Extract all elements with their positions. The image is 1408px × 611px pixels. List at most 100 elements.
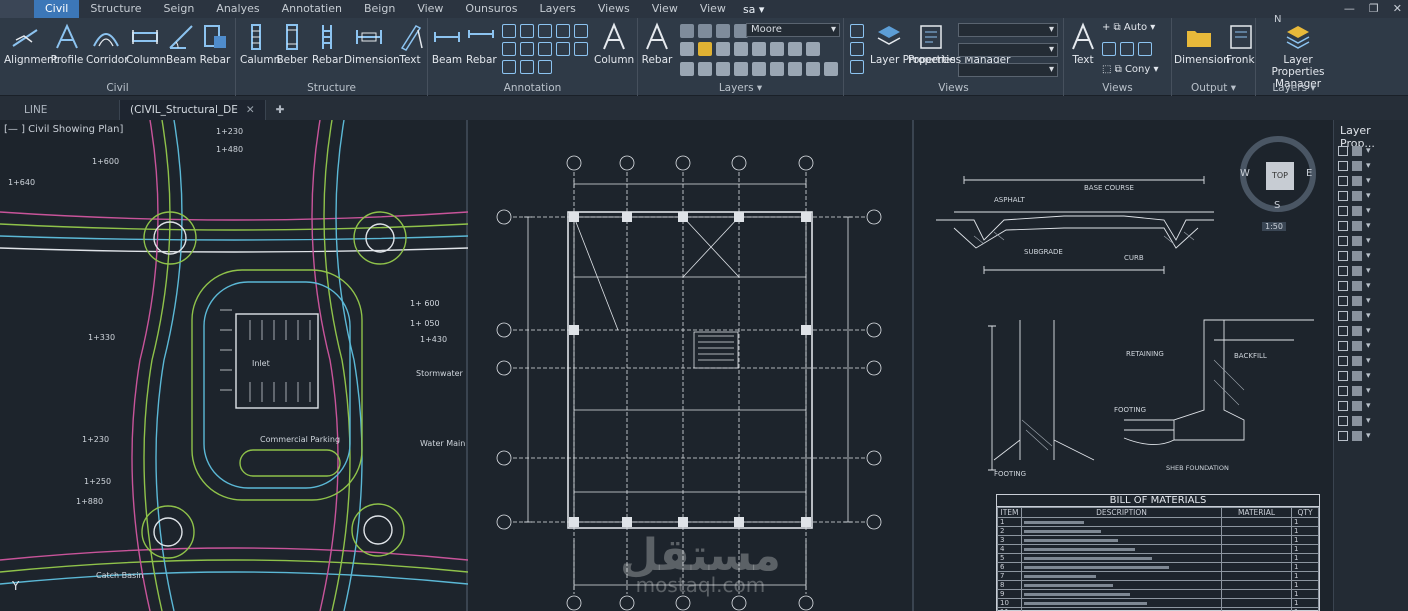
- view-dropdown-3[interactable]: ▾: [958, 63, 1058, 77]
- chevron-down-icon[interactable]: ▾: [1366, 191, 1371, 201]
- layer-color-swatch[interactable]: [1352, 326, 1362, 336]
- chevron-down-icon[interactable]: ▾: [1366, 176, 1371, 186]
- close-tab-icon[interactable]: ✕: [246, 104, 255, 116]
- annotation-rebar-tool[interactable]: Rebar: [466, 22, 497, 66]
- layer-more-icon[interactable]: [824, 62, 838, 76]
- text-icon-small[interactable]: [850, 42, 864, 56]
- chevron-down-icon[interactable]: ▾: [1366, 281, 1371, 291]
- viewport-label[interactable]: [— ] Civil Showing Plan]: [4, 124, 123, 135]
- layer-visibility-icon[interactable]: [1338, 281, 1348, 291]
- layer-row[interactable]: ▾: [1338, 399, 1404, 413]
- chevron-down-icon[interactable]: ▾: [1366, 341, 1371, 351]
- dim-diameter-icon[interactable]: [520, 42, 534, 56]
- chevron-down-icon[interactable]: ▾: [1366, 146, 1371, 156]
- dim-linear-icon[interactable]: [556, 24, 570, 38]
- new-tab-button[interactable]: ✚: [266, 100, 295, 120]
- menu-beign[interactable]: Beign: [353, 0, 406, 18]
- layer-visibility-icon[interactable]: [1338, 266, 1348, 276]
- annotation-beam-tool[interactable]: Beam: [430, 22, 464, 66]
- layer-visibility-icon[interactable]: [1338, 296, 1348, 306]
- chevron-down-icon[interactable]: ▾: [1366, 266, 1371, 276]
- dim-radius-icon[interactable]: [502, 42, 516, 56]
- chevron-down-icon[interactable]: ▾: [1366, 236, 1371, 246]
- compass-east[interactable]: E: [1306, 168, 1312, 179]
- layer-color-swatch[interactable]: [1352, 266, 1362, 276]
- field-small-icon[interactable]: [850, 60, 864, 74]
- restore-button[interactable]: ❐: [1369, 0, 1379, 18]
- layer-row[interactable]: ▾: [1338, 369, 1404, 383]
- layer-copy-icon[interactable]: [770, 42, 784, 56]
- layer-row[interactable]: ▾: [1338, 339, 1404, 353]
- layer-color-swatch[interactable]: [1352, 191, 1362, 201]
- chevron-down-icon[interactable]: ▾: [1366, 431, 1371, 441]
- layer-group-icon[interactable]: [788, 62, 802, 76]
- corridor-tool[interactable]: Corridor: [86, 22, 129, 66]
- layer-color-swatch[interactable]: [1352, 161, 1362, 171]
- layer-color-swatch[interactable]: [1352, 146, 1362, 156]
- menu-seign[interactable]: Seign: [153, 0, 206, 18]
- chevron-down-icon[interactable]: ▾: [1366, 311, 1371, 321]
- copy-button[interactable]: ⬚ ⧉ Cony ▾: [1102, 64, 1159, 75]
- layer-filter-icon[interactable]: [770, 62, 784, 76]
- viewport-icon[interactable]: [1102, 42, 1116, 56]
- layer-row[interactable]: ▾: [1338, 324, 1404, 338]
- layer-color-swatch[interactable]: [1352, 371, 1362, 381]
- layer-color-swatch[interactable]: [1352, 311, 1362, 321]
- layer-on-icon[interactable]: [680, 62, 694, 76]
- compass-south[interactable]: S: [1274, 200, 1280, 211]
- chevron-down-icon[interactable]: ▾: [1366, 356, 1371, 366]
- layer-match-icon[interactable]: [680, 42, 694, 56]
- chevron-down-icon[interactable]: ▾: [1366, 251, 1371, 261]
- chevron-down-icon[interactable]: ▾: [1366, 206, 1371, 216]
- layer-row[interactable]: ▾: [1338, 384, 1404, 398]
- chevron-down-icon[interactable]: ▾: [1366, 161, 1371, 171]
- auto-button[interactable]: + ⧉ Auto ▾: [1102, 22, 1155, 33]
- fronk-tool[interactable]: Fronk: [1226, 22, 1255, 66]
- layer-properties-palette[interactable]: Layer Prop... ▾ ▾ ▾ ▾ ▾ ▾ ▾ ▾ ▾ ▾ ▾ ▾ ▾ ▾ ▾ ▾ ▾ ▾ ▾ ▾: [1333, 120, 1408, 611]
- layer-color-swatch[interactable]: [1352, 296, 1362, 306]
- layer-row[interactable]: ▾: [1338, 264, 1404, 278]
- profile-tool[interactable]: Profile: [50, 22, 84, 66]
- chevron-down-icon[interactable]: ▾: [1366, 371, 1371, 381]
- field-icon[interactable]: [520, 60, 534, 74]
- layer-delete-icon[interactable]: [752, 42, 766, 56]
- named-view-icon[interactable]: [1120, 42, 1134, 56]
- centermark-icon[interactable]: [556, 42, 570, 56]
- menu-view-3[interactable]: View: [689, 0, 737, 18]
- layer-color-swatch[interactable]: [1352, 206, 1362, 216]
- dimension-tool[interactable]: Dimension: [344, 22, 400, 66]
- layer-row[interactable]: ▾: [1338, 429, 1404, 443]
- layer-row[interactable]: ▾: [1338, 234, 1404, 248]
- layer-properties-manager-tool[interactable]: Layer Properties Manager: [1260, 22, 1336, 90]
- rebar-tool[interactable]: Rebar: [198, 22, 232, 66]
- tab-civil-structural[interactable]: (CIVIL_Structural_DE ✕: [120, 100, 266, 120]
- menu-views[interactable]: Views: [587, 0, 641, 18]
- bill-of-materials-table[interactable]: BILL OF MATERIALS ITEM DESCRIPTION MATER…: [996, 494, 1320, 611]
- menu-analyes[interactable]: Analyes: [205, 0, 270, 18]
- layer-row[interactable]: ▾: [1338, 144, 1404, 158]
- layer-visibility-icon[interactable]: [1338, 386, 1348, 396]
- alignment-tool[interactable]: Alignment: [4, 22, 58, 66]
- layers-rebar-tool[interactable]: Rebar: [640, 22, 674, 66]
- app-logo[interactable]: [0, 0, 34, 18]
- layer-color-swatch[interactable]: [1352, 236, 1362, 246]
- layer-visibility-icon[interactable]: [1338, 311, 1348, 321]
- menu-structure[interactable]: Structure: [79, 0, 152, 18]
- layer-row[interactable]: ▾: [1338, 294, 1404, 308]
- layer-unlock-icon[interactable]: [806, 42, 820, 56]
- output-dimension-tool[interactable]: Dimension: [1174, 22, 1230, 66]
- text-tool[interactable]: Text: [396, 22, 424, 66]
- layer-settings-icon[interactable]: [806, 62, 820, 76]
- layer-visibility-icon[interactable]: [1338, 401, 1348, 411]
- layer-dropdown[interactable]: Moore ▾: [746, 23, 840, 37]
- chevron-down-icon[interactable]: ▾: [1366, 296, 1371, 306]
- layer-visibility-icon[interactable]: [1338, 326, 1348, 336]
- layer-change-icon[interactable]: [716, 62, 730, 76]
- layer-color-swatch[interactable]: [1352, 356, 1362, 366]
- layer-color-swatch[interactable]: [1352, 386, 1362, 396]
- layer-row[interactable]: ▾: [1338, 354, 1404, 368]
- layer-walk-icon[interactable]: [716, 42, 730, 56]
- layer-row[interactable]: ▾: [1338, 309, 1404, 323]
- layer-color-swatch[interactable]: [1352, 341, 1362, 351]
- leader-icon[interactable]: [502, 24, 516, 38]
